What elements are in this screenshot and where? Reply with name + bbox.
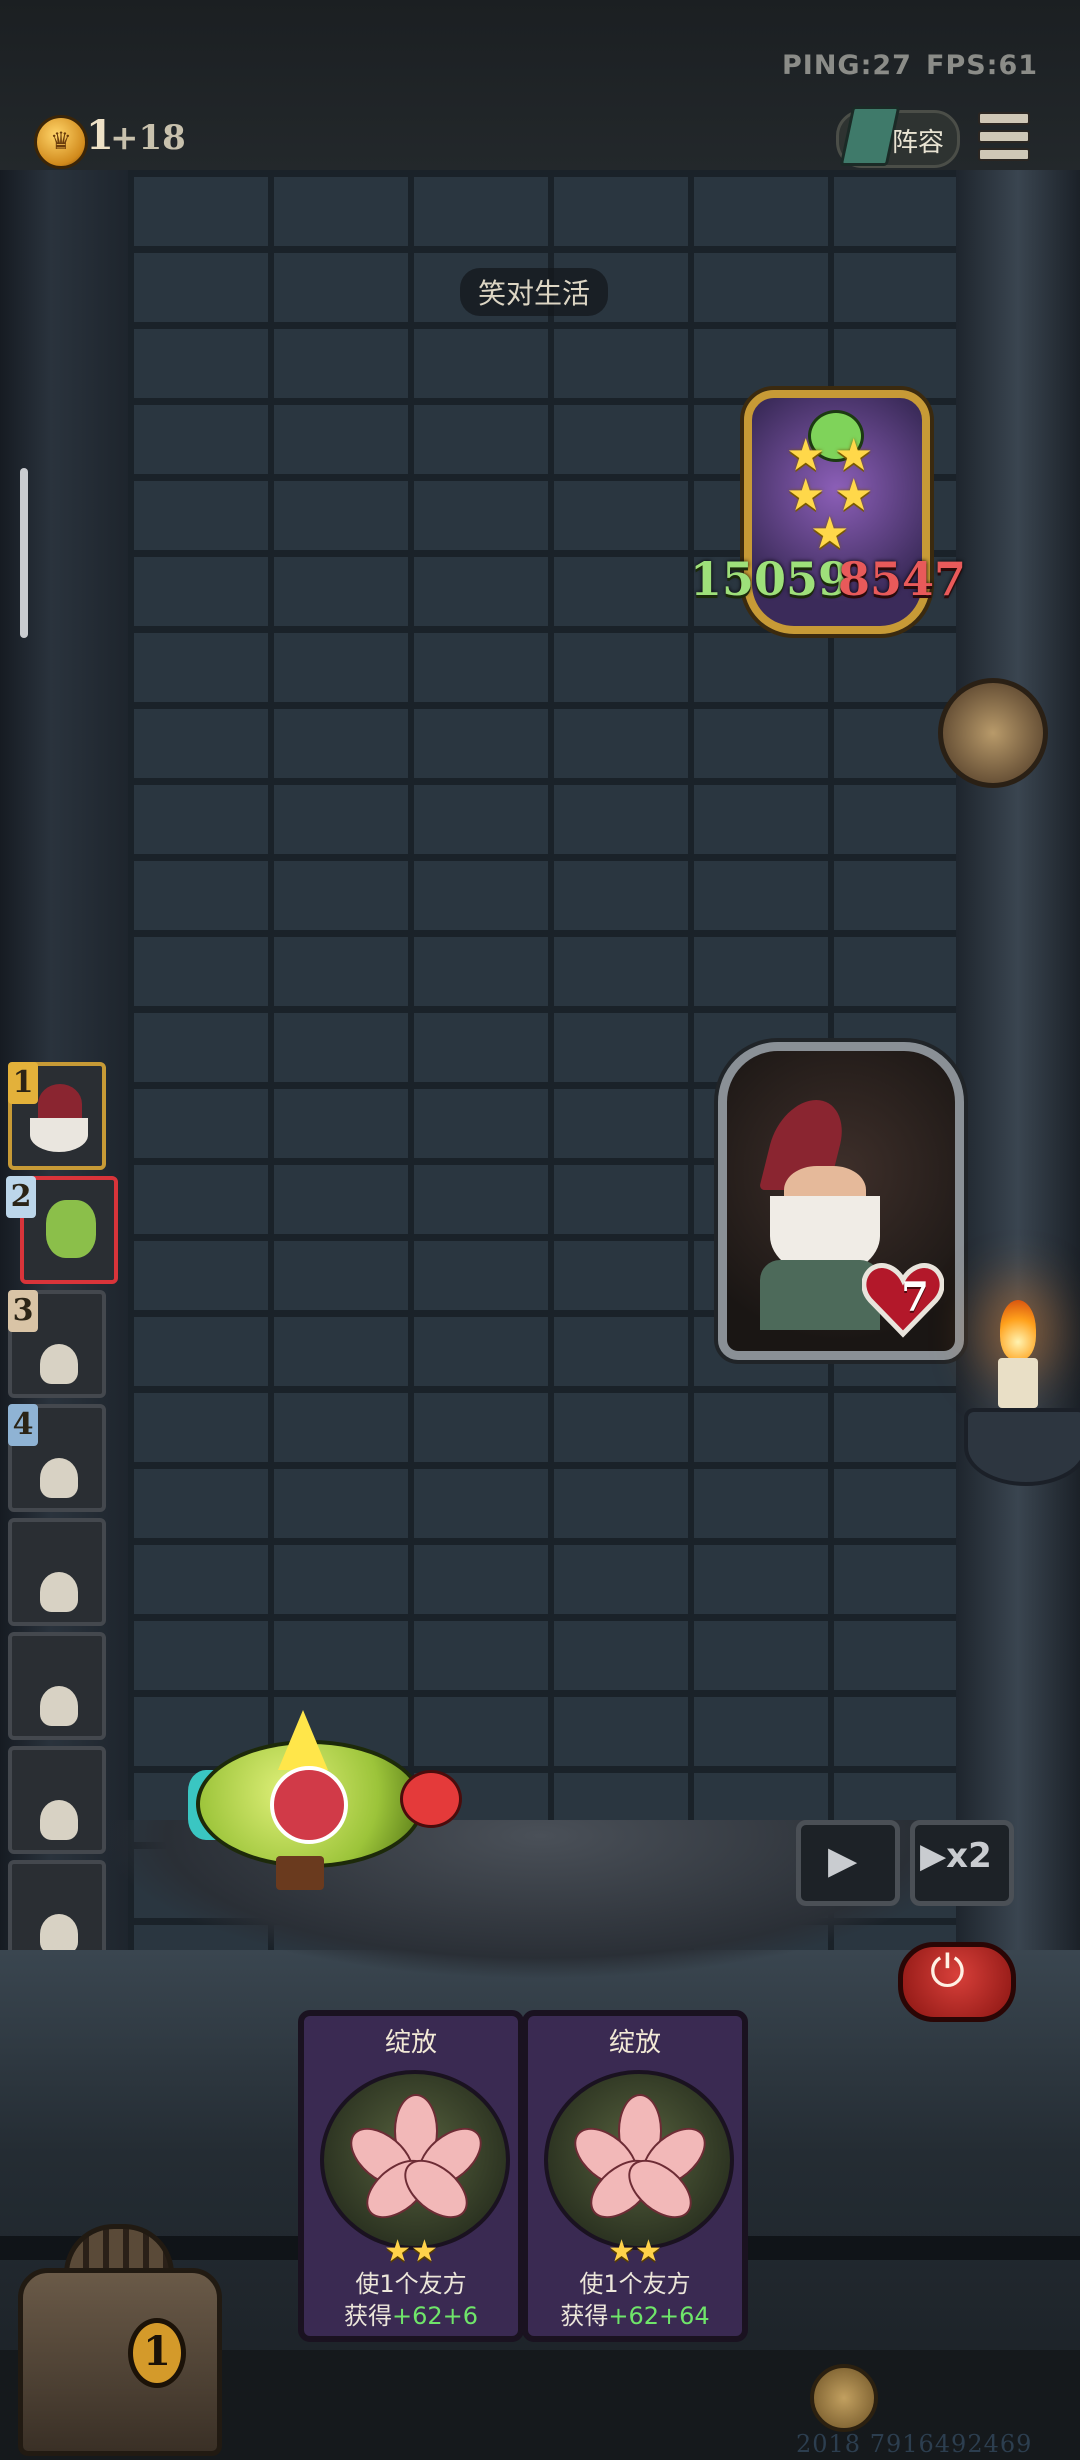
menu-icon	[978, 112, 1030, 125]
chest-count: 1	[128, 2318, 186, 2388]
roster-slot-5[interactable]	[8, 1518, 106, 1626]
boss-attack: 15059	[690, 552, 851, 606]
crown-coin-icon: ♛	[34, 115, 88, 169]
skull-icon	[40, 1344, 78, 1384]
coin-bonus: +18	[110, 118, 186, 158]
card-description: 使1个友方 获得+62+6	[343, 2270, 479, 2330]
roster-slot-1[interactable]: 1	[8, 1062, 106, 1170]
chest-button[interactable]	[18, 2268, 222, 2456]
torch-candle	[998, 1358, 1038, 1408]
player-id: 2018 7916492469	[796, 2430, 1033, 2458]
card-title: 绽放	[384, 2028, 437, 2058]
right-pillar	[956, 170, 1080, 1950]
roster-slot-3[interactable]: 3	[8, 1290, 106, 1398]
skull-icon	[40, 1914, 78, 1954]
lily-flower-icon	[544, 2070, 734, 2250]
menu-button[interactable]	[974, 108, 1030, 162]
skull-icon	[40, 1800, 78, 1840]
enemy-health: 7	[901, 1274, 929, 1321]
skull-icon	[40, 1686, 78, 1726]
ping-readout: PING:27	[782, 50, 912, 81]
card-description: 使1个友方 获得+62+64	[560, 2270, 710, 2330]
skill-card-1[interactable]: 绽放 ★★ 使1个友方 获得+62+6	[298, 2010, 524, 2342]
skill-card-2[interactable]: 绽放 ★★ 使1个友方 获得+62+64	[522, 2010, 748, 2342]
blimp-nose	[400, 1770, 462, 1828]
card-title: 绽放	[608, 2028, 661, 2058]
slot-number: 4	[8, 1404, 38, 1446]
level-name: 笑对生活	[460, 268, 609, 316]
torch-holder	[964, 1408, 1080, 1486]
roster-slot-2[interactable]: 2	[6, 1176, 118, 1284]
play-icon: ▶	[828, 1838, 858, 1882]
speed-label: ▶x2	[920, 1836, 992, 1876]
fps-readout: FPS:61	[926, 50, 1039, 81]
torch-flame	[1000, 1300, 1036, 1360]
star-emblem-icon	[270, 1766, 348, 1844]
skull-icon	[40, 1458, 78, 1498]
lily-flower-icon	[320, 2070, 510, 2250]
slot-number: 3	[8, 1290, 38, 1332]
boss-health: 8547	[838, 552, 967, 606]
lineup-label: 阵容	[892, 128, 945, 158]
roster-slot-7[interactable]	[8, 1746, 106, 1854]
power-icon: ⏻	[930, 1946, 965, 1997]
slot-number: 1	[8, 1062, 38, 1104]
blimp-gondola	[276, 1856, 324, 1890]
roster-slot-4[interactable]: 4	[8, 1404, 106, 1512]
roster-slot-6[interactable]	[8, 1632, 106, 1740]
map-button[interactable]	[938, 678, 1048, 788]
skull-icon	[40, 1572, 78, 1612]
card-stars: ★★	[608, 2234, 662, 2269]
trophy-icon[interactable]	[810, 2364, 878, 2432]
card-stars: ★★	[384, 2234, 438, 2269]
scroll-indicator[interactable]	[20, 468, 28, 638]
slot-number: 2	[6, 1176, 36, 1218]
